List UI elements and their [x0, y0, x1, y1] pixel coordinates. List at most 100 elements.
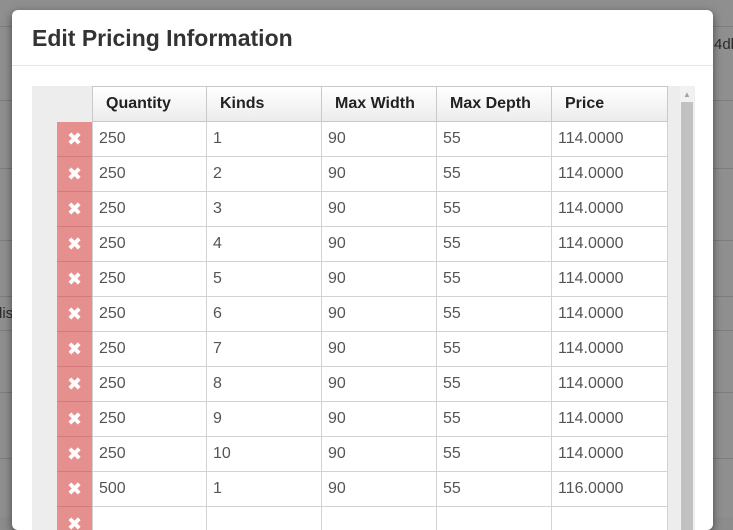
cell-price[interactable]: 114.0000	[552, 332, 668, 367]
cell-kinds[interactable]: 6	[207, 297, 322, 332]
close-x-icon: ✖	[67, 199, 82, 220]
cell-kinds[interactable]: 10	[207, 437, 322, 472]
cell-price[interactable]: 114.0000	[552, 367, 668, 402]
delete-row-button[interactable]: ✖	[57, 472, 92, 507]
cell-quantity[interactable]: 250	[92, 192, 207, 227]
cell-max-depth[interactable]: 55	[437, 157, 552, 192]
cell-max-width[interactable]: 90	[322, 227, 437, 262]
close-x-icon: ✖	[67, 514, 82, 530]
cell-max-width[interactable]: 90	[322, 332, 437, 367]
close-x-icon: ✖	[67, 234, 82, 255]
cell-max-width[interactable]: 90	[322, 192, 437, 227]
delete-row-button[interactable]: ✖	[57, 367, 92, 402]
cell-price[interactable]: 114.0000	[552, 227, 668, 262]
delete-row-button[interactable]: ✖	[57, 192, 92, 227]
cell-kinds[interactable]	[207, 507, 322, 530]
delete-row-button[interactable]: ✖	[57, 262, 92, 297]
table-row: ✖25089055114.0000	[57, 367, 668, 402]
cell-max-width[interactable]: 90	[322, 157, 437, 192]
cell-max-width[interactable]: 90	[322, 367, 437, 402]
table-row: ✖ 25039055114.0000	[57, 192, 668, 227]
delete-row-button[interactable]: ✖	[57, 297, 92, 332]
cell-price[interactable]: 114.0000	[552, 262, 668, 297]
cell-quantity[interactable]: 500	[92, 472, 207, 507]
cell-quantity[interactable]: 250	[92, 367, 207, 402]
cell-max-depth[interactable]: 55	[437, 367, 552, 402]
cell-max-width[interactable]: 90	[322, 472, 437, 507]
delete-row-button[interactable]: ✖	[57, 437, 92, 472]
cell-quantity[interactable]: 250	[92, 437, 207, 472]
delete-row-button[interactable]: ✖	[57, 122, 92, 157]
delete-row-button[interactable]: ✖	[57, 402, 92, 437]
scroll-up-arrow-icon[interactable]: ▲	[680, 90, 694, 100]
cell-quantity[interactable]	[92, 507, 207, 530]
cell-max-width[interactable]	[322, 507, 437, 530]
cell-kinds[interactable]: 4	[207, 227, 322, 262]
column-header-max-width[interactable]: Max Width	[322, 86, 437, 122]
cell-price[interactable]: 114.0000	[552, 402, 668, 437]
vertical-scrollbar[interactable]: ▲	[680, 86, 694, 530]
cell-price[interactable]: 114.0000	[552, 297, 668, 332]
cell-price[interactable]: 114.0000	[552, 157, 668, 192]
table-row: ✖ 250109055114.0000	[57, 437, 668, 472]
cell-max-width[interactable]: 90	[322, 262, 437, 297]
cell-max-depth[interactable]: 55	[437, 472, 552, 507]
modal-header: Edit Pricing Information	[12, 10, 713, 66]
cell-max-depth[interactable]: 55	[437, 437, 552, 472]
cell-kinds[interactable]: 7	[207, 332, 322, 367]
cell-price[interactable]: 114.0000	[552, 192, 668, 227]
cell-max-depth[interactable]: 55	[437, 122, 552, 157]
cell-quantity[interactable]: 250	[92, 157, 207, 192]
cell-max-depth[interactable]	[437, 507, 552, 530]
cell-price[interactable]	[552, 507, 668, 530]
cell-quantity[interactable]: 250	[92, 262, 207, 297]
close-x-icon: ✖	[67, 164, 82, 185]
delete-row-button[interactable]: ✖	[57, 507, 92, 530]
cell-quantity[interactable]: 250	[92, 122, 207, 157]
scrollbar-thumb[interactable]	[681, 102, 693, 530]
cell-kinds[interactable]: 1	[207, 122, 322, 157]
cell-max-depth[interactable]: 55	[437, 192, 552, 227]
cell-price[interactable]: 114.0000	[552, 437, 668, 472]
cell-max-width[interactable]: 90	[322, 437, 437, 472]
close-x-icon: ✖	[67, 444, 82, 465]
grid-body: ✖25019055114.0000✖25029055114.0000✖25039…	[57, 122, 668, 530]
cell-kinds[interactable]: 5	[207, 262, 322, 297]
close-x-icon: ✖	[67, 409, 82, 430]
cell-max-width[interactable]: 90	[322, 297, 437, 332]
close-x-icon: ✖	[67, 304, 82, 325]
column-header-kinds[interactable]: Kinds	[207, 86, 322, 122]
table-row: ✖ 25069055114.0000	[57, 297, 668, 332]
pricing-grid: Quantity Kinds Max Width Max Depth Price…	[32, 86, 695, 530]
cell-quantity[interactable]: 250	[92, 402, 207, 437]
cell-kinds[interactable]: 3	[207, 192, 322, 227]
background-text-fragment: 4db	[714, 36, 733, 53]
table-row: ✖25019055114.0000	[57, 122, 668, 157]
cell-quantity[interactable]: 250	[92, 332, 207, 367]
cell-max-depth[interactable]: 55	[437, 227, 552, 262]
cell-kinds[interactable]: 8	[207, 367, 322, 402]
cell-kinds[interactable]: 9	[207, 402, 322, 437]
cell-max-width[interactable]: 90	[322, 402, 437, 437]
cell-kinds[interactable]: 1	[207, 472, 322, 507]
cell-max-depth[interactable]: 55	[437, 262, 552, 297]
cell-max-depth[interactable]: 55	[437, 402, 552, 437]
close-x-icon: ✖	[67, 339, 82, 360]
cell-max-width[interactable]: 90	[322, 122, 437, 157]
column-header-price[interactable]: Price	[552, 86, 668, 122]
column-header-quantity[interactable]: Quantity	[92, 86, 207, 122]
cell-max-depth[interactable]: 55	[437, 297, 552, 332]
cell-max-depth[interactable]: 55	[437, 332, 552, 367]
column-header-max-depth[interactable]: Max Depth	[437, 86, 552, 122]
edit-pricing-modal: Edit Pricing Information Quantity Kinds …	[12, 10, 713, 530]
cell-price[interactable]: 116.0000	[552, 472, 668, 507]
cell-kinds[interactable]: 2	[207, 157, 322, 192]
delete-row-button[interactable]: ✖	[57, 227, 92, 262]
delete-row-button[interactable]: ✖	[57, 157, 92, 192]
table-row: ✖	[57, 507, 668, 530]
delete-row-button[interactable]: ✖	[57, 332, 92, 367]
cell-quantity[interactable]: 250	[92, 297, 207, 332]
cell-price[interactable]: 114.0000	[552, 122, 668, 157]
cell-quantity[interactable]: 250	[92, 227, 207, 262]
table-row: ✖ 25079055114.0000	[57, 332, 668, 367]
